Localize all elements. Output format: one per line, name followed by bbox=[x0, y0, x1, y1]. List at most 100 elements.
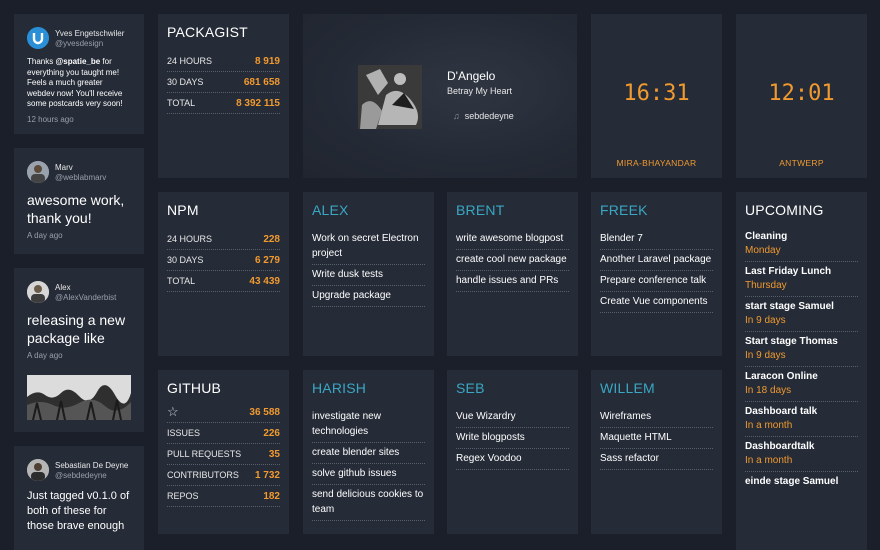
tweet-header: Marv @weblabmarv bbox=[27, 161, 131, 183]
tasks-owner-title: SEB bbox=[456, 380, 485, 396]
packagist-title: PACKAGIST bbox=[167, 24, 248, 40]
stat-row: REPOS 182 bbox=[167, 486, 280, 507]
task-item: Maquette HTML bbox=[600, 428, 713, 449]
task-item: write awesome blogpost bbox=[456, 229, 569, 250]
task-list: Vue Wizardry Write blogposts Regex Voodo… bbox=[456, 407, 569, 470]
tweet-card-2[interactable]: Marv @weblabmarv awesome work, thank you… bbox=[14, 148, 144, 254]
avatar bbox=[27, 161, 49, 183]
clock-tile-2: 12:01 ANTWERP bbox=[736, 14, 867, 178]
tweet-author-handle: @weblabmarv bbox=[55, 172, 107, 182]
upcoming-item: Cleaning Monday bbox=[745, 227, 858, 262]
tweet-time: 12 hours ago bbox=[27, 114, 74, 124]
stat-row: TOTAL 43 439 bbox=[167, 271, 280, 292]
stat-row: 30 DAYS 6 279 bbox=[167, 250, 280, 271]
task-item: Work on secret Electron project bbox=[312, 229, 425, 265]
tasks-owner-title: HARISH bbox=[312, 380, 367, 396]
star-icon: ☆ bbox=[167, 404, 179, 419]
task-item: handle issues and PRs bbox=[456, 271, 569, 292]
npm-stats: 24 HOURS 228 30 DAYS 6 279 TOTAL 43 439 bbox=[167, 229, 280, 292]
github-stats: ☆ 36 588 ISSUES 226 PULL REQUESTS 35 CONTRI… bbox=[167, 402, 280, 507]
task-item: Regex Voodoo bbox=[456, 449, 569, 470]
tasks-tile-alex: ALEX Work on secret Electron project Wri… bbox=[303, 192, 434, 356]
task-list: investigate new technologies create blen… bbox=[312, 407, 425, 521]
clock-time: 12:01 bbox=[768, 81, 835, 106]
tweet-header: Yves Engetschwiler @yvesdesign bbox=[27, 27, 131, 49]
music-note-icon: ♫ bbox=[453, 111, 460, 121]
task-item: Sass refactor bbox=[600, 449, 713, 470]
upcoming-item: einde stage Samuel bbox=[745, 476, 839, 487]
packagist-stats: 24 HOURS 8 919 30 DAYS 681 658 TOTAL 8 392 … bbox=[167, 51, 280, 114]
upcoming-item: Dashboard talk In a month bbox=[745, 402, 858, 437]
task-list: Work on secret Electron project Write du… bbox=[312, 229, 425, 307]
avatar bbox=[27, 281, 49, 303]
upcoming-item: Dashboardtalk In a month bbox=[745, 437, 858, 472]
tweet-card-4[interactable]: Sebastian De Deyne @sebdedeyne Just tagg… bbox=[14, 446, 144, 550]
avatar bbox=[27, 27, 49, 49]
task-list: Wireframes Maquette HTML Sass refactor bbox=[600, 407, 713, 470]
song-title: Betray My Heart bbox=[447, 86, 513, 96]
stat-row: TOTAL 8 392 115 bbox=[167, 93, 280, 114]
tweet-author-name: Yves Engetschwiler bbox=[55, 28, 125, 38]
upcoming-item: Start stage Thomas In 9 days bbox=[745, 332, 858, 367]
task-item: create blender sites bbox=[312, 443, 425, 464]
task-list: write awesome blogpost create cool new p… bbox=[456, 229, 569, 292]
avatar bbox=[27, 459, 49, 481]
upcoming-item: Laracon Online In 18 days bbox=[745, 367, 858, 402]
tweet-header: Alex @AlexVanderbist bbox=[27, 281, 131, 303]
tweet-body: Just tagged v0.1.0 of both of these for … bbox=[27, 490, 130, 532]
stat-row: ISSUES 226 bbox=[167, 423, 280, 444]
task-item: Prepare conference talk bbox=[600, 271, 713, 292]
tasks-tile-seb: SEB Vue Wizardry Write blogposts Regex V… bbox=[447, 370, 578, 534]
task-item: Blender 7 bbox=[600, 229, 713, 250]
tasks-tile-brent: BRENT write awesome blogpost create cool… bbox=[447, 192, 578, 356]
task-item: Upgrade package bbox=[312, 286, 425, 307]
tweet-header: Sebastian De Deyne @sebdedeyne bbox=[27, 459, 131, 481]
task-item: Write blogposts bbox=[456, 428, 569, 449]
tweet-body: Thanks @spatie_be for everything you tau… bbox=[27, 57, 123, 108]
task-list: Blender 7 Another Laravel package Prepar… bbox=[600, 229, 713, 313]
tweet-time: A day ago bbox=[27, 351, 63, 360]
tweet-author-name: Alex bbox=[55, 282, 71, 292]
upcoming-title: UPCOMING bbox=[745, 202, 824, 218]
github-title: GITHUB bbox=[167, 380, 222, 396]
upcoming-item: start stage Samuel In 9 days bbox=[745, 297, 858, 332]
now-playing-tile: D'Angelo Betray My Heart ♫ sebdedeyne bbox=[303, 14, 577, 178]
tasks-tile-harish: HARISH investigate new technologies crea… bbox=[303, 370, 434, 534]
tasks-tile-willem: WILLEM Wireframes Maquette HTML Sass ref… bbox=[591, 370, 722, 534]
tasks-owner-title: FREEK bbox=[600, 202, 648, 218]
npm-tile: NPM 24 HOURS 228 30 DAYS 6 279 TOTAL 43 439 bbox=[158, 192, 289, 356]
stat-row: ☆ 36 588 bbox=[167, 402, 280, 423]
stat-row: PULL REQUESTS 35 bbox=[167, 444, 280, 465]
task-item: Vue Wizardry bbox=[456, 407, 569, 428]
github-tile: GITHUB ☆ 36 588 ISSUES 226 PULL REQUESTS 35… bbox=[158, 370, 289, 534]
tweet-mention-link[interactable]: @spatie_be bbox=[55, 57, 100, 66]
tweet-card-1[interactable]: Yves Engetschwiler @yvesdesign Thanks @s… bbox=[14, 14, 144, 134]
task-item: investigate new technologies bbox=[312, 407, 425, 443]
tweet-body: releasing a new package like bbox=[27, 312, 126, 346]
tasks-owner-title: BRENT bbox=[456, 202, 505, 218]
album-cover bbox=[358, 65, 422, 129]
stat-row: CONTRIBUTORS 1 732 bbox=[167, 465, 280, 486]
tweet-card-3[interactable]: Alex @AlexVanderbist releasing a new pac… bbox=[14, 268, 144, 432]
tweet-image[interactable] bbox=[27, 375, 131, 420]
upcoming-item: Last Friday Lunch Thursday bbox=[745, 262, 858, 297]
tweet-author-handle: @yvesdesign bbox=[55, 38, 104, 48]
tasks-owner-title: ALEX bbox=[312, 202, 349, 218]
task-item: Another Laravel package bbox=[600, 250, 713, 271]
clock-time: 16:31 bbox=[623, 81, 690, 106]
tweet-author-handle: @AlexVanderbist bbox=[55, 292, 117, 302]
upcoming-list: Cleaning Monday Last Friday Lunch Thursday… bbox=[745, 227, 858, 492]
task-item: solve github issues bbox=[312, 464, 425, 485]
song-artist: D'Angelo bbox=[447, 69, 496, 83]
upcoming-tile: UPCOMING Cleaning Monday Last Friday Lunc… bbox=[736, 192, 867, 550]
tasks-owner-title: WILLEM bbox=[600, 380, 655, 396]
task-item: Create Vue components bbox=[600, 292, 713, 313]
tweet-author-name: Sebastian De Deyne bbox=[55, 460, 129, 470]
tweet-time: A day ago bbox=[27, 231, 63, 240]
task-item: Wireframes bbox=[600, 407, 713, 428]
stat-row: 30 DAYS 681 658 bbox=[167, 72, 280, 93]
clock-tile-1: 16:31 MIRA-BHAYANDAR bbox=[591, 14, 722, 178]
clock-city: MIRA-BHAYANDAR bbox=[616, 158, 697, 168]
task-item: send delicious cookies to team bbox=[312, 485, 425, 521]
tweet-author-name: Marv bbox=[55, 162, 73, 172]
